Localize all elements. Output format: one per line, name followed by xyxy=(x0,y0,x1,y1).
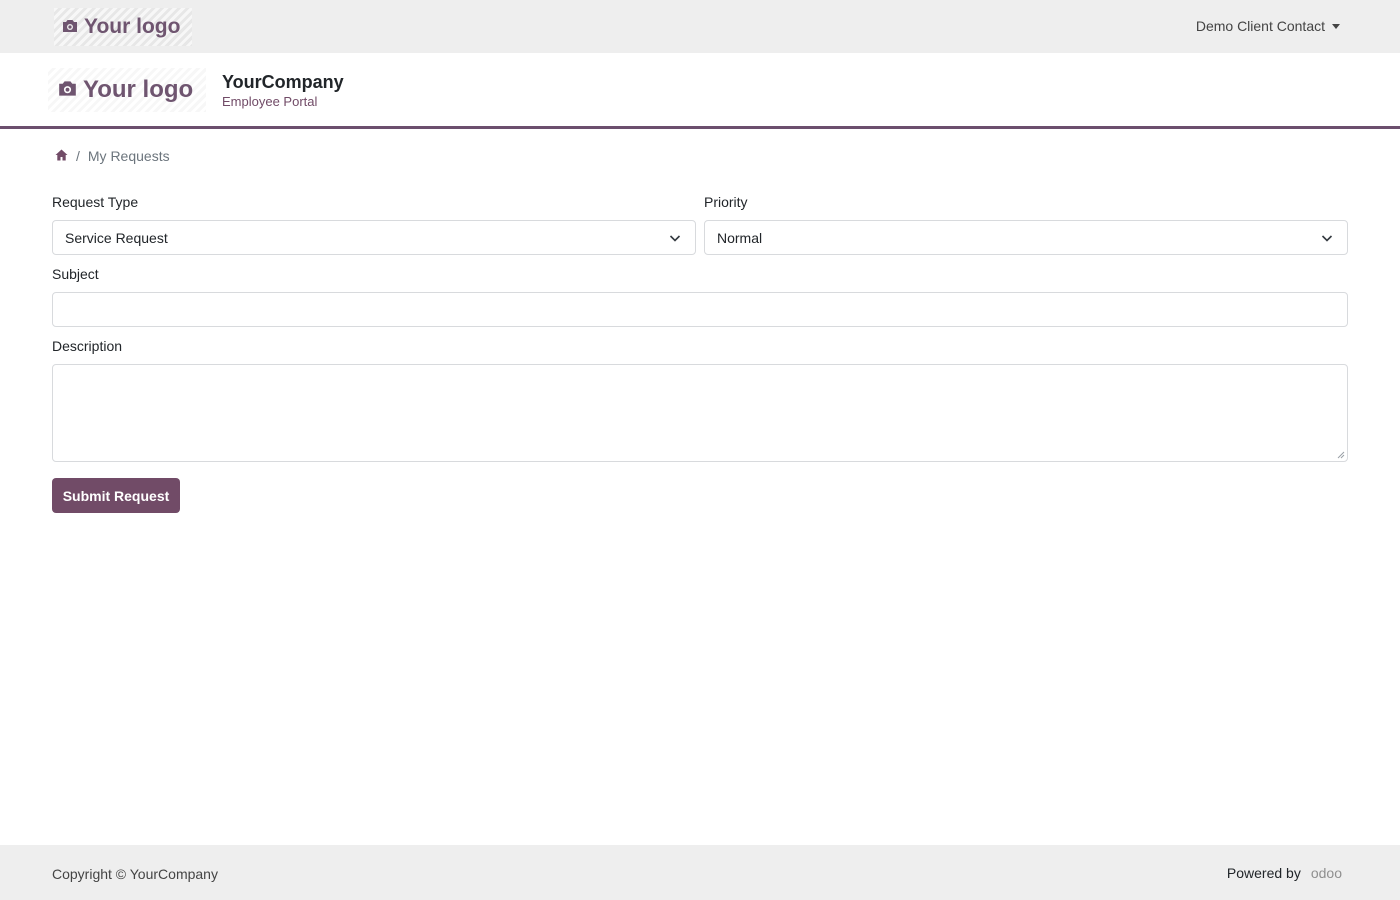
subject-input[interactable] xyxy=(52,292,1348,327)
chevron-down-icon xyxy=(1321,235,1333,242)
priority-value: Normal xyxy=(717,229,763,246)
priority-select[interactable]: Normal xyxy=(704,220,1348,255)
company-name: YourCompany xyxy=(222,72,344,92)
priority-label: Priority xyxy=(704,194,748,210)
caret-down-icon xyxy=(1332,23,1340,29)
breadcrumb-current: My Requests xyxy=(87,148,170,164)
submit-request-button[interactable]: Submit Request xyxy=(52,478,180,513)
powered-by: Powered by odoo xyxy=(1227,865,1342,881)
user-name: Demo Client Contact xyxy=(1195,18,1325,34)
user-menu-dropdown[interactable]: Demo Client Contact xyxy=(1196,18,1340,34)
top-logo[interactable]: Your logo xyxy=(54,8,192,46)
odoo-logo[interactable]: odoo xyxy=(1311,865,1342,881)
breadcrumb: / My Requests xyxy=(55,148,170,164)
request-type-value: Service Request xyxy=(65,229,168,246)
chevron-down-icon xyxy=(669,235,681,242)
request-type-label: Request Type xyxy=(52,194,139,210)
subject-label: Subject xyxy=(52,266,99,282)
camera-icon xyxy=(58,76,77,104)
company-logo[interactable]: Your logo xyxy=(48,68,206,112)
portal-header xyxy=(0,53,1400,129)
camera-icon xyxy=(62,15,78,39)
breadcrumb-separator: / xyxy=(76,148,80,164)
copyright-text: Copyright © YourCompany xyxy=(52,866,218,882)
description-label: Description xyxy=(52,338,123,354)
resize-handle-icon[interactable] xyxy=(1337,451,1345,459)
company-logo-text: Your logo xyxy=(83,76,194,103)
footer: Copyright © YourCompany Powered by odoo xyxy=(0,845,1400,900)
request-type-select[interactable]: Service Request xyxy=(52,220,696,255)
powered-by-label: Powered by xyxy=(1226,865,1301,881)
top-navbar: Your logo Demo Client Contact xyxy=(0,0,1400,53)
company-subtitle: Employee Portal xyxy=(222,94,318,109)
home-icon[interactable] xyxy=(55,148,68,164)
top-logo-text: Your logo xyxy=(84,15,181,38)
description-textarea[interactable] xyxy=(52,364,1348,462)
